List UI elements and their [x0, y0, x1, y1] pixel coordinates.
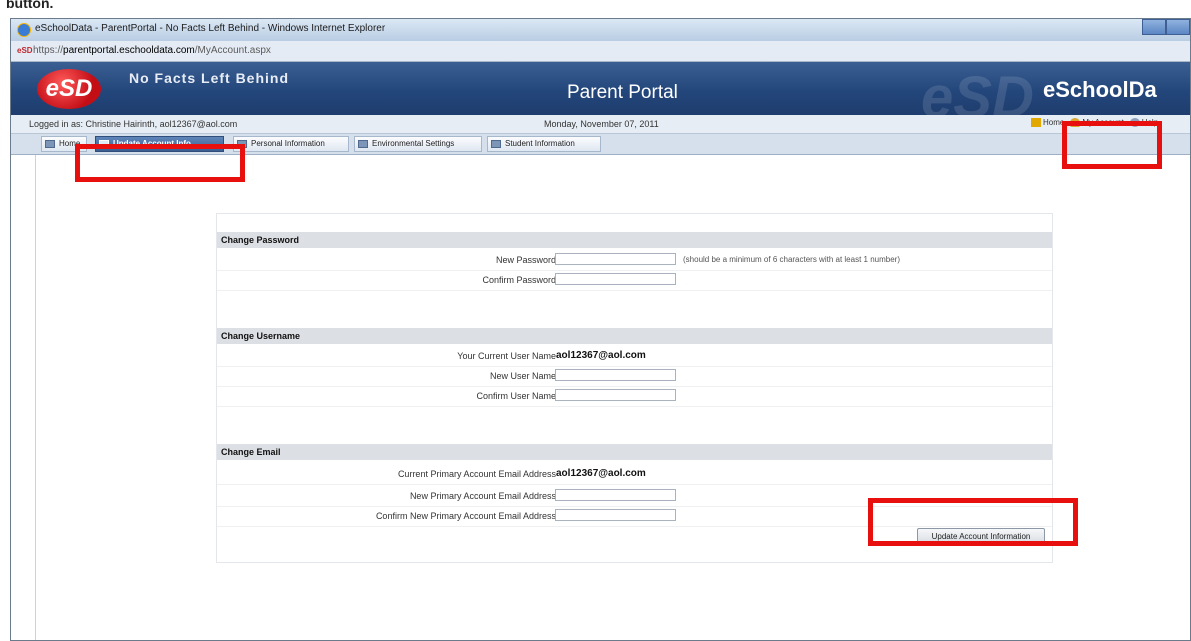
window-controls — [1142, 19, 1190, 35]
new-username-input[interactable] — [555, 369, 676, 381]
current-email-value: aol12367@aol.com — [556, 468, 646, 479]
url-path: /MyAccount.aspx — [194, 45, 271, 56]
title-bar: eSchoolData - ParentPortal - No Facts Le… — [11, 19, 1190, 41]
confirm-password-row: Confirm Password — [217, 270, 1052, 291]
highlight-my-account-link — [1062, 121, 1162, 169]
info-bar: Logged in as: Christine Hairinth, aol123… — [11, 115, 1190, 134]
url-host: parentportal.eschooldata.com — [63, 45, 195, 56]
new-username-label: New User Name — [489, 371, 556, 381]
current-date: Monday, November 07, 2011 — [544, 119, 659, 129]
home-icon — [1031, 118, 1041, 128]
site-favicon-icon: eSD — [17, 46, 33, 55]
confirm-password-input[interactable] — [555, 273, 676, 285]
current-username-label: Your Current User Name — [457, 351, 556, 361]
new-email-label: New Primary Account Email Address — [409, 491, 556, 501]
address-bar[interactable]: eSD https://parentportal.eschooldata.com… — [11, 41, 1190, 62]
change-username-heading: Change Username — [217, 328, 1052, 344]
new-password-input[interactable] — [555, 253, 676, 265]
browser-window: eSchoolData - ParentPortal - No Facts Le… — [10, 18, 1191, 641]
new-password-label: New Password — [495, 255, 556, 265]
current-email-row: Current Primary Account Email Address ao… — [217, 464, 1052, 485]
tab-student-information-label: Student Information — [505, 139, 575, 148]
minimize-button[interactable] — [1142, 19, 1166, 35]
current-email-label: Current Primary Account Email Address — [397, 469, 556, 479]
window-title: eSchoolData - ParentPortal - No Facts Le… — [35, 23, 386, 34]
current-username-row: Your Current User Name aol12367@aol.com — [217, 346, 1052, 367]
confirm-username-label: Confirm User Name — [476, 391, 556, 401]
tab-student-information[interactable]: Student Information — [487, 136, 601, 152]
confirm-email-input[interactable] — [555, 509, 676, 521]
tab-environmental-settings[interactable]: Environmental Settings — [354, 136, 482, 152]
maximize-button[interactable] — [1166, 19, 1190, 35]
left-edge — [11, 155, 36, 640]
internet-explorer-icon — [17, 23, 31, 37]
document-text-fragment: button. — [6, 0, 54, 11]
confirm-password-label: Confirm Password — [482, 275, 556, 285]
highlight-update-button — [868, 498, 1078, 546]
change-password-heading: Change Password — [217, 232, 1052, 248]
student-tab-icon — [491, 140, 501, 148]
content-area: Change Password New Password (should be … — [11, 155, 1190, 640]
highlight-update-account-tab — [75, 144, 245, 182]
change-email-heading: Change Email — [217, 444, 1052, 460]
tab-environmental-settings-label: Environmental Settings — [372, 139, 455, 148]
current-username-value: aol12367@aol.com — [556, 350, 646, 361]
password-hint: (should be a minimum of 6 characters wit… — [683, 255, 900, 264]
new-email-input[interactable] — [555, 489, 676, 501]
brand-name: eSchoolDa — [1043, 77, 1157, 102]
url-text[interactable]: https://parentportal.eschooldata.com/MyA… — [33, 45, 271, 56]
portal-title: Parent Portal — [567, 82, 678, 103]
new-username-row: New User Name — [217, 366, 1052, 387]
confirm-username-row: Confirm User Name — [217, 386, 1052, 407]
new-password-row: New Password (should be a minimum of 6 c… — [217, 250, 1052, 271]
tagline: No Facts Left Behind — [129, 70, 290, 86]
environment-tab-icon — [358, 140, 368, 148]
confirm-email-label: Confirm New Primary Account Email Addres… — [375, 511, 556, 521]
tab-personal-information-label: Personal Information — [251, 139, 325, 148]
home-link[interactable]: Home — [1031, 118, 1064, 128]
tab-personal-information[interactable]: Personal Information — [233, 136, 349, 152]
portal-header: eSD No Facts Left Behind Parent Portal e… — [11, 62, 1190, 130]
home-tab-icon — [45, 140, 55, 148]
logged-in-text: Logged in as: Christine Hairinth, aol123… — [29, 119, 238, 129]
confirm-username-input[interactable] — [555, 389, 676, 401]
url-prefix: https:// — [33, 45, 64, 56]
esd-logo: eSD — [37, 69, 101, 109]
